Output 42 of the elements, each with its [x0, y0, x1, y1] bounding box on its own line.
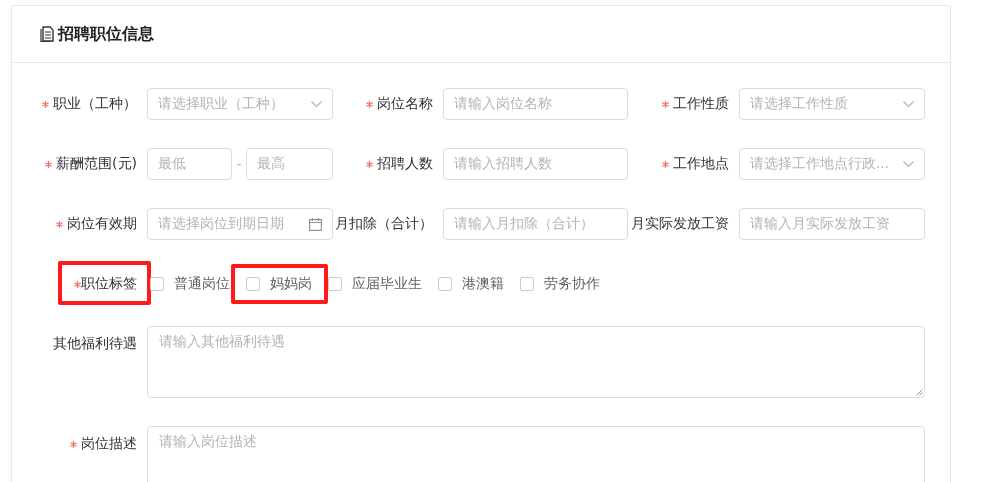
select-field[interactable]: 请选择工作性质 [739, 88, 925, 120]
input-field[interactable]: 请输入招聘人数 [443, 148, 628, 180]
input-field[interactable]: 请输入岗位名称 [443, 88, 628, 120]
input-field[interactable]: 请输入月实际发放工资 [739, 208, 925, 240]
input-field[interactable]: 最高 [246, 148, 333, 180]
checkbox-label[interactable]: 劳务协作 [544, 275, 600, 293]
text-area[interactable]: 请输入其他福利待遇 [147, 326, 925, 398]
document-icon [40, 26, 54, 42]
text-area[interactable]: 请输入岗位描述 [147, 426, 925, 482]
field-label: 职位标签 [81, 275, 137, 293]
field-label: 其他福利待遇 [53, 335, 137, 353]
checkbox-label[interactable]: 港澳籍 [462, 275, 504, 293]
range-separator: - [235, 156, 243, 172]
field-label: 月实际发放工资 [631, 215, 729, 233]
checkbox[interactable] [328, 277, 342, 291]
field-label: 工作性质 [673, 95, 729, 113]
input-field[interactable]: 最低 [147, 148, 232, 180]
field-label: 职业（工种） [53, 95, 137, 113]
field-label: 工作地点 [673, 155, 729, 173]
select-field[interactable]: 请选择工作地点行政... [739, 148, 925, 180]
field-label: 岗位名称 [377, 95, 433, 113]
chevron-down-icon [311, 100, 322, 108]
checkbox[interactable] [246, 277, 260, 291]
checkbox-label[interactable]: 妈妈岗 [270, 275, 312, 293]
date-field[interactable]: 请选择岗位到期日期 [147, 208, 333, 240]
select-field[interactable]: 请选择职业（工种） [147, 88, 333, 120]
field-label: 薪酬范围(元) [56, 155, 137, 173]
input-field[interactable]: 请输入月扣除（合计） [443, 208, 628, 240]
checkbox-label[interactable]: 应届毕业生 [352, 275, 422, 293]
chevron-down-icon [903, 100, 914, 108]
field-label: 月扣除（合计） [335, 215, 433, 233]
field-label: 岗位描述 [81, 435, 137, 453]
calendar-icon [309, 217, 322, 231]
field-label: 岗位有效期 [67, 215, 137, 233]
field-label: 招聘人数 [377, 155, 433, 173]
checkbox[interactable] [438, 277, 452, 291]
checkbox-label[interactable]: 普通岗位 [174, 275, 230, 293]
section-title: 招聘职位信息 [58, 23, 154, 45]
checkbox[interactable] [150, 277, 164, 291]
checkbox[interactable] [520, 277, 534, 291]
chevron-down-icon [903, 160, 914, 168]
resize-handle-icon[interactable] [916, 389, 923, 396]
